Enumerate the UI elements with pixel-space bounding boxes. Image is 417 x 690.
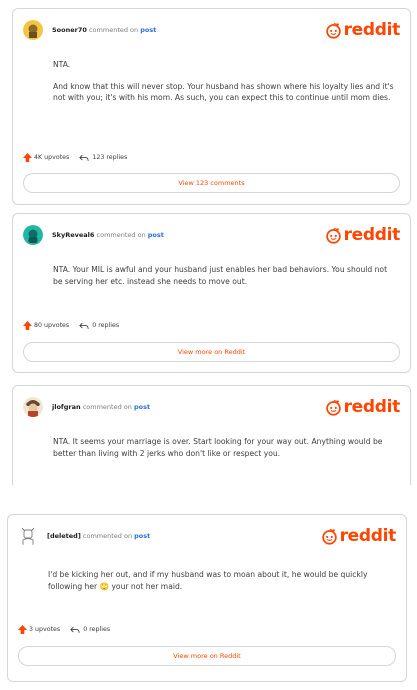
commented-on-text: commented on bbox=[88, 26, 139, 34]
reddit-logo[interactable]: reddit bbox=[325, 20, 400, 40]
username-link[interactable]: jlofgran bbox=[52, 403, 81, 411]
replies-count[interactable]: 0 replies bbox=[70, 626, 110, 634]
post-link[interactable]: post bbox=[134, 532, 150, 540]
upvote-count: 80 upvotes bbox=[34, 322, 70, 329]
upvote-arrow-icon[interactable] bbox=[23, 153, 32, 162]
comment-stats: 3 upvotes 0 replies bbox=[18, 625, 110, 634]
comment-header: jlofgran commented on post reddit bbox=[23, 397, 400, 419]
user-avatar[interactable] bbox=[23, 397, 43, 417]
comment-card: Sooner70 commented on post reddit NTA. A… bbox=[12, 8, 411, 205]
comment-header: [deleted] commented on post reddit bbox=[18, 526, 396, 548]
comment-card: SkyReveal6 commented on post reddit NTA.… bbox=[12, 213, 411, 373]
replies-label: 0 replies bbox=[92, 322, 120, 329]
commented-on-text: commented on bbox=[96, 231, 146, 239]
comment-body: NTA. Your MIL is awful and your husband … bbox=[53, 264, 396, 297]
upvote-count: 3 upvotes bbox=[29, 626, 61, 633]
comment-paragraph: NTA. bbox=[53, 60, 71, 69]
reply-arrow-icon bbox=[70, 626, 80, 633]
replies-label: 0 replies bbox=[83, 626, 111, 633]
replies-label: 123 replies bbox=[92, 154, 128, 161]
comment-body: I'd be kicking her out, and if my husban… bbox=[48, 569, 392, 602]
reply-arrow-icon bbox=[79, 154, 89, 161]
username-link[interactable]: SkyReveal6 bbox=[52, 231, 94, 239]
commented-on-text: commented on bbox=[82, 403, 132, 411]
comment-paragraph: And know that this will never stop. Your… bbox=[53, 81, 394, 103]
upvote-count: 4K upvotes bbox=[34, 154, 70, 161]
reddit-snoo-icon bbox=[325, 227, 341, 244]
reddit-snoo-icon bbox=[321, 528, 337, 545]
comment-paragraph: I'd be kicking her out, and if my husban… bbox=[48, 570, 368, 591]
comment-meta: jlofgran commented on post bbox=[52, 403, 150, 411]
comment-body: NTA. And know that this will never stop.… bbox=[53, 59, 396, 114]
upvote-arrow-icon[interactable] bbox=[23, 321, 32, 330]
view-comments-button[interactable]: View 123 comments bbox=[23, 173, 400, 193]
comment-meta: [deleted] commented on post bbox=[47, 532, 150, 540]
post-link[interactable]: post bbox=[140, 26, 156, 34]
reddit-logo[interactable]: reddit bbox=[325, 225, 400, 245]
replies-count[interactable]: 123 replies bbox=[79, 154, 127, 162]
reddit-wordmark: reddit bbox=[339, 526, 397, 546]
post-link[interactable]: post bbox=[134, 403, 150, 411]
comment-card: jlofgran commented on post reddit NTA. I… bbox=[12, 385, 411, 485]
commented-on-text: commented on bbox=[82, 532, 133, 540]
replies-count[interactable]: 0 replies bbox=[79, 322, 119, 330]
reply-arrow-icon bbox=[79, 322, 89, 329]
comment-body: NTA. It seems your marriage is over. Sta… bbox=[53, 436, 396, 469]
username-link: [deleted] bbox=[47, 532, 81, 540]
reddit-logo[interactable]: reddit bbox=[325, 397, 400, 417]
comment-paragraph: NTA. It seems your marriage is over. Sta… bbox=[53, 437, 383, 458]
comment-paragraph: NTA. Your MIL is awful and your husband … bbox=[53, 265, 388, 286]
comment-stats: 80 upvotes 0 replies bbox=[23, 321, 119, 330]
comment-meta: SkyReveal6 commented on post bbox=[52, 231, 164, 239]
username-link[interactable]: Sooner70 bbox=[52, 26, 87, 34]
user-avatar[interactable] bbox=[23, 225, 43, 245]
reddit-snoo-icon bbox=[325, 22, 341, 39]
comment-header: Sooner70 commented on post reddit bbox=[23, 20, 400, 42]
view-more-button[interactable]: View more on Reddit bbox=[18, 646, 396, 666]
view-more-button[interactable]: View more on Reddit bbox=[23, 342, 400, 362]
comment-meta: Sooner70 commented on post bbox=[52, 26, 156, 34]
upvote-arrow-icon[interactable] bbox=[18, 625, 27, 634]
user-avatar[interactable] bbox=[18, 526, 38, 546]
reddit-wordmark: reddit bbox=[343, 397, 401, 417]
post-link[interactable]: post bbox=[148, 231, 164, 239]
comment-card: [deleted] commented on post reddit I'd b… bbox=[7, 514, 407, 682]
reddit-wordmark: reddit bbox=[343, 20, 401, 40]
user-avatar[interactable] bbox=[23, 20, 43, 40]
reddit-wordmark: reddit bbox=[343, 225, 401, 245]
deleted-user-outline-icon bbox=[21, 527, 35, 545]
reddit-logo[interactable]: reddit bbox=[321, 526, 396, 546]
comment-stats: 4K upvotes 123 replies bbox=[23, 153, 127, 162]
reddit-snoo-icon bbox=[325, 399, 341, 416]
comment-header: SkyReveal6 commented on post reddit bbox=[23, 225, 400, 247]
